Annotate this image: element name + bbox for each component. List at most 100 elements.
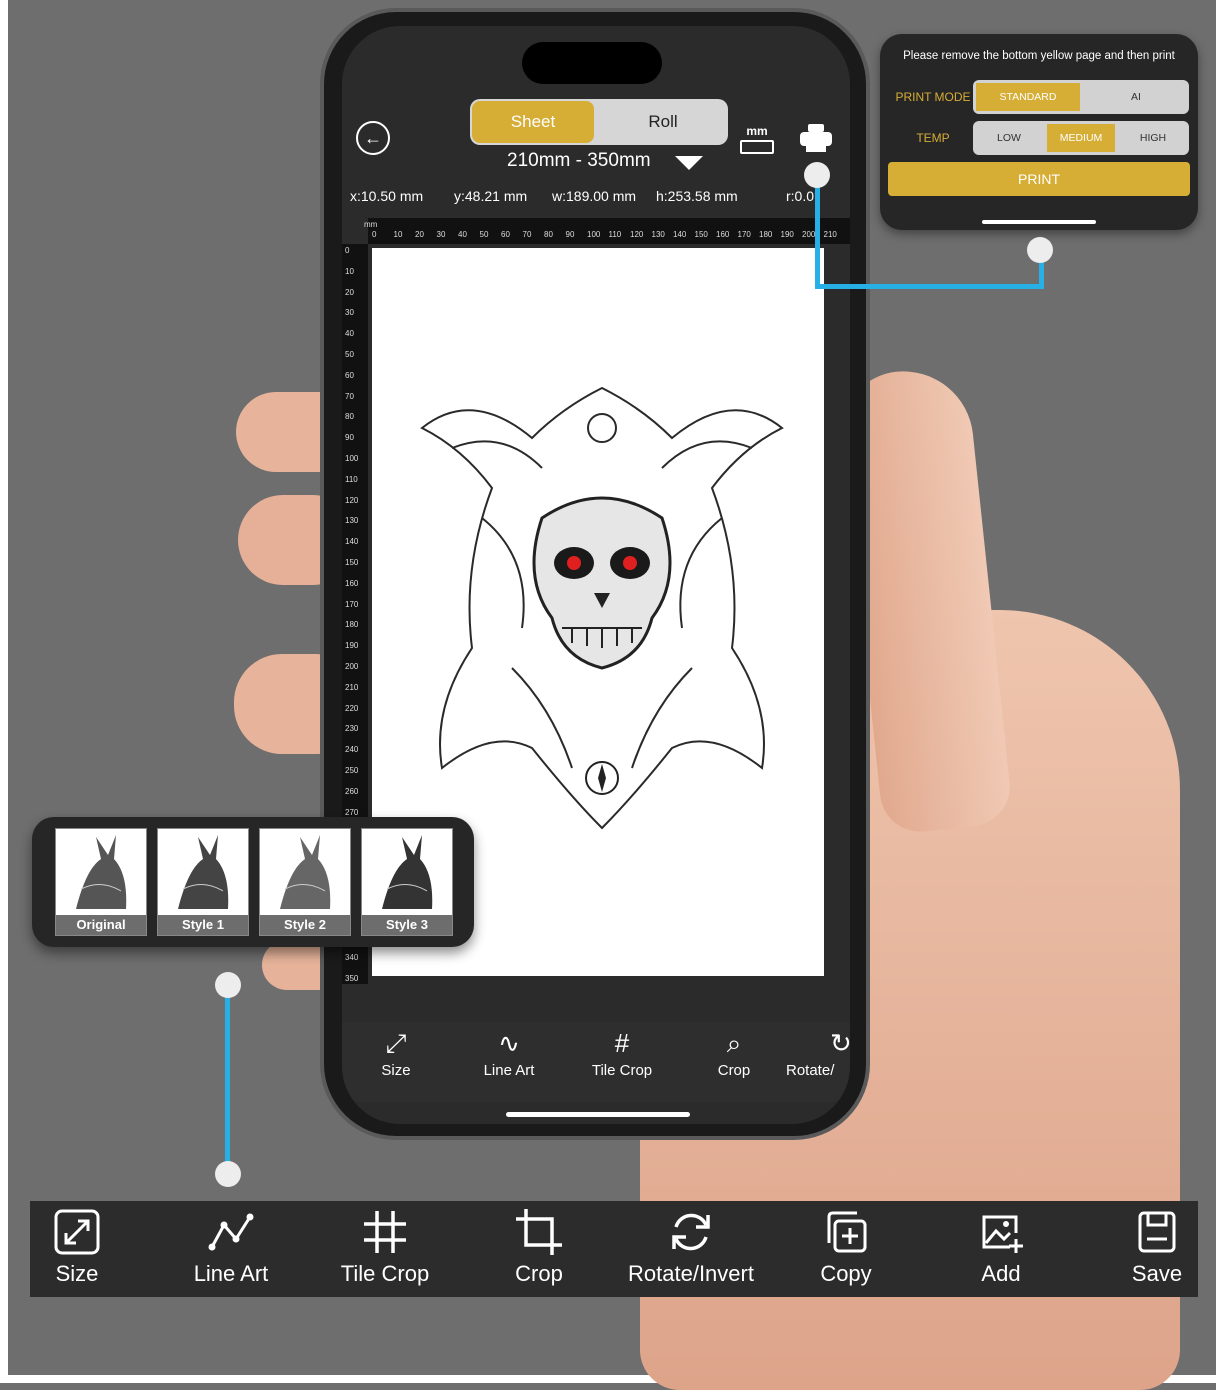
ruler-tick-label: 40 — [458, 230, 467, 239]
style-caption: Style 1 — [158, 915, 248, 935]
print-mode-ai[interactable]: AI — [1083, 80, 1189, 114]
dialog-grabber — [982, 220, 1096, 224]
phone-crop-label: Crop — [717, 1062, 751, 1079]
back-arrow-icon[interactable]: ← — [356, 121, 390, 155]
ruler-unit: mm — [364, 220, 378, 229]
ruler-tick-label: 150 — [345, 558, 359, 567]
connector-dot — [1027, 237, 1053, 263]
dragon-thumbnail — [76, 835, 127, 909]
grid-icon: # — [614, 1028, 630, 1058]
copy-label: Copy — [820, 1261, 872, 1286]
save-icon — [1138, 1211, 1176, 1253]
rotate-invert-button[interactable]: Rotate/Invert — [616, 1207, 766, 1287]
ruler-tick-label: 20 — [345, 287, 354, 297]
ruler-tick-label: 90 — [565, 230, 575, 239]
ruler-tick-label: 30 — [436, 230, 446, 239]
ruler-tick-label: 110 — [345, 474, 358, 484]
temp-medium[interactable]: MEDIUM — [1047, 124, 1115, 152]
phone-tile-crop-label: Tile Crop — [591, 1062, 653, 1079]
print-button[interactable]: PRINT — [888, 162, 1190, 196]
sheet-roll-toggle: Sheet Roll — [470, 99, 728, 145]
style-option-3[interactable]: Style 3 — [361, 828, 453, 936]
dynamic-island — [522, 42, 662, 84]
dragon-thumbnail — [382, 835, 433, 909]
resize-icon — [54, 1209, 100, 1255]
add-label: Add — [981, 1261, 1021, 1286]
roll-tab[interactable]: Roll — [600, 99, 726, 145]
phone-rotate-button[interactable]: ↻ Rotate/ — [786, 1028, 850, 1079]
coordinate-readout: x:10.50 mm y:48.21 mm w:189.00 mm h:253.… — [342, 188, 850, 216]
ruler-tick-label: 90 — [345, 433, 354, 443]
line-art-button[interactable]: Line Art — [156, 1207, 306, 1287]
phone-rotate-label: Rotate/ — [786, 1062, 835, 1079]
dragon-thumbnail — [178, 835, 229, 909]
crop-icon: ⌕ — [726, 1028, 742, 1058]
ruler-tick-label: 140 — [673, 230, 687, 239]
line-art-icon — [208, 1213, 254, 1251]
phone-tile-crop-button[interactable]: # Tile Crop — [576, 1028, 668, 1079]
coord-x: x:10.50 mm — [350, 188, 424, 204]
ruler-horizontal: mm 0 10 20 30 40 50 60 70 80 90 100 110 120 130 140 150… — [364, 218, 850, 244]
copy-button[interactable]: Copy — [771, 1207, 921, 1287]
line-art-label: Line Art — [193, 1261, 269, 1286]
ruler-tick-label: 40 — [345, 329, 354, 339]
ruler-tick-label: 220 — [345, 703, 359, 713]
paper-size-label[interactable]: 210mm - 350mm — [507, 150, 651, 172]
crop-icon — [516, 1209, 562, 1255]
print-instruction: Please remove the bottom yellow page and… — [903, 50, 1175, 62]
phone-crop-button[interactable]: ⌕ Crop — [688, 1028, 780, 1079]
temp-label: TEMP — [916, 131, 950, 145]
size-button[interactable]: Size — [2, 1207, 152, 1287]
coord-h: h:253.58 mm — [656, 188, 738, 204]
coord-y: y:48.21 mm — [454, 188, 528, 204]
ruler-tick-label: 270 — [345, 807, 359, 817]
ruler-tick-label: 120 — [345, 495, 359, 505]
add-button[interactable]: Add — [926, 1207, 1076, 1287]
printer-icon[interactable] — [800, 124, 832, 154]
print-mode-standard[interactable]: STANDARD — [976, 83, 1080, 111]
phone-size-button[interactable]: ⤢ Size — [350, 1028, 442, 1079]
ruler-tick-label: 0 — [345, 246, 350, 255]
rotate-icon — [672, 1213, 710, 1251]
crop-button[interactable]: Crop — [464, 1207, 614, 1287]
sheet-tab[interactable]: Sheet — [472, 101, 594, 143]
ruler-unit-icon[interactable]: mm — [740, 124, 774, 154]
style-caption: Style 3 — [362, 915, 452, 935]
style-picker: Original Style 1 Style 2 Style 3 — [32, 817, 474, 947]
ruler-tick-label: 260 — [345, 786, 359, 796]
ruler-tick-label: 60 — [501, 230, 510, 239]
style-option-1[interactable]: Style 1 — [157, 828, 249, 936]
ruler-tick-label: 20 — [415, 230, 424, 239]
style-option-original[interactable]: Original — [55, 828, 147, 936]
temp-selector: LOW MEDIUM HIGH — [973, 121, 1189, 155]
ruler-tick-label: 160 — [345, 578, 359, 588]
ruler-tick-label: 50 — [479, 230, 489, 239]
print-mode-selector: STANDARD AI — [973, 80, 1189, 114]
ruler-tick-label: 190 — [345, 641, 359, 651]
print-mode-label: PRINT MODE — [895, 90, 971, 104]
ruler-tick-label: 10 — [393, 230, 403, 239]
save-button[interactable]: Save — [1082, 1207, 1216, 1287]
temp-high[interactable]: HIGH — [1117, 121, 1189, 155]
connector-line — [815, 176, 820, 288]
left-edge — [0, 0, 8, 1383]
rotate-icon: ↻ — [830, 1028, 850, 1058]
ruler-tick-label: 80 — [345, 412, 354, 422]
chevron-down-icon[interactable] — [675, 156, 703, 170]
ruler-tick-label: 70 — [522, 230, 532, 239]
ruler-tick-label: 170 — [737, 230, 751, 239]
ruler-tick-label: 70 — [345, 391, 354, 401]
style-option-2[interactable]: Style 2 — [259, 828, 351, 936]
phone-screen: ← Sheet Roll 210mm - 350mm mm x:10.50 mm… — [342, 26, 850, 1124]
coord-w: w:189.00 mm — [552, 188, 637, 204]
ruler-tick-label: 100 — [345, 454, 359, 463]
temp-low[interactable]: LOW — [973, 121, 1045, 155]
add-image-icon — [982, 1215, 1023, 1253]
ruler-tick-label: 210 — [345, 682, 359, 692]
phone-line-art-label: Line Art — [483, 1062, 535, 1079]
tile-crop-button[interactable]: Tile Crop — [310, 1207, 460, 1287]
phone-size-label: Size — [381, 1062, 411, 1079]
phone-line-art-button[interactable]: ∿ Line Art — [463, 1028, 555, 1079]
ruler-tick-label: 0 — [372, 230, 377, 239]
print-dialog: Please remove the bottom yellow page and… — [880, 34, 1198, 230]
